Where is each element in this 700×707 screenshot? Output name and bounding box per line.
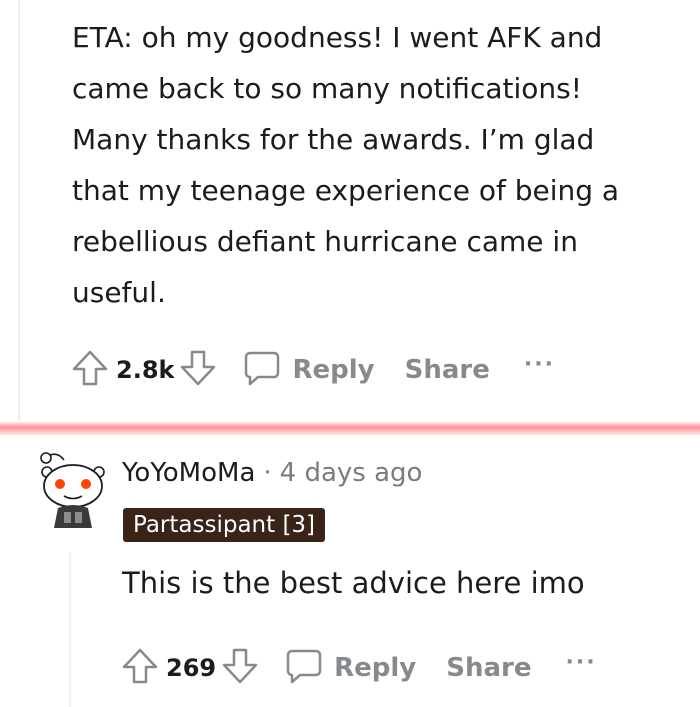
comment-line: rebellious defiant hurricane came in [72, 225, 578, 258]
parent-comment-body: ETA: oh my goodness! I went AFK and came… [72, 12, 687, 318]
reply-comment-body: This is the best advice here imo [122, 566, 585, 600]
parent-thread-line[interactable] [18, 0, 20, 421]
share-button[interactable]: Share [405, 355, 490, 385]
new-comment-divider [0, 421, 700, 435]
reply-action-bar: 269 Reply Share ··· [120, 646, 597, 690]
more-options-icon[interactable]: ··· [566, 650, 597, 675]
downvote-icon[interactable] [220, 646, 260, 690]
timestamp[interactable]: 4 days ago [280, 458, 423, 488]
comment-line: came back to so many notifications! [72, 72, 582, 105]
reply-thread-line[interactable] [69, 552, 71, 707]
reply-label: Reply [334, 653, 417, 683]
vote-count: 269 [166, 654, 217, 682]
comment-meta: YoYoMoMa · 4 days ago [122, 458, 422, 488]
comment-line: Many thanks for the awards. I’m glad [72, 123, 595, 156]
user-flair: Partassipant [3] [123, 508, 326, 542]
comment-line: ETA: oh my goodness! I went AFK and [72, 21, 603, 54]
comment-line: useful. [72, 276, 166, 309]
meta-separator: · [263, 458, 272, 488]
downvote-icon[interactable] [178, 348, 218, 392]
reply-button[interactable]: Reply [242, 347, 375, 394]
comment-line: that my teenage experience of being a [72, 174, 620, 207]
upvote-icon[interactable] [70, 348, 110, 392]
reply-button[interactable]: Reply [284, 645, 416, 692]
share-button[interactable]: Share [446, 653, 531, 683]
more-options-icon[interactable]: ··· [524, 352, 555, 377]
comment-bubble-icon [242, 347, 292, 394]
reply-label: Reply [292, 355, 375, 385]
comment-bubble-icon [284, 645, 334, 692]
upvote-icon[interactable] [120, 646, 160, 690]
avatar[interactable] [40, 438, 106, 528]
vote-count: 2.8k [116, 356, 175, 384]
parent-action-bar: 2.8k Reply Share ··· [70, 348, 555, 392]
username-link[interactable]: YoYoMoMa [122, 458, 255, 488]
